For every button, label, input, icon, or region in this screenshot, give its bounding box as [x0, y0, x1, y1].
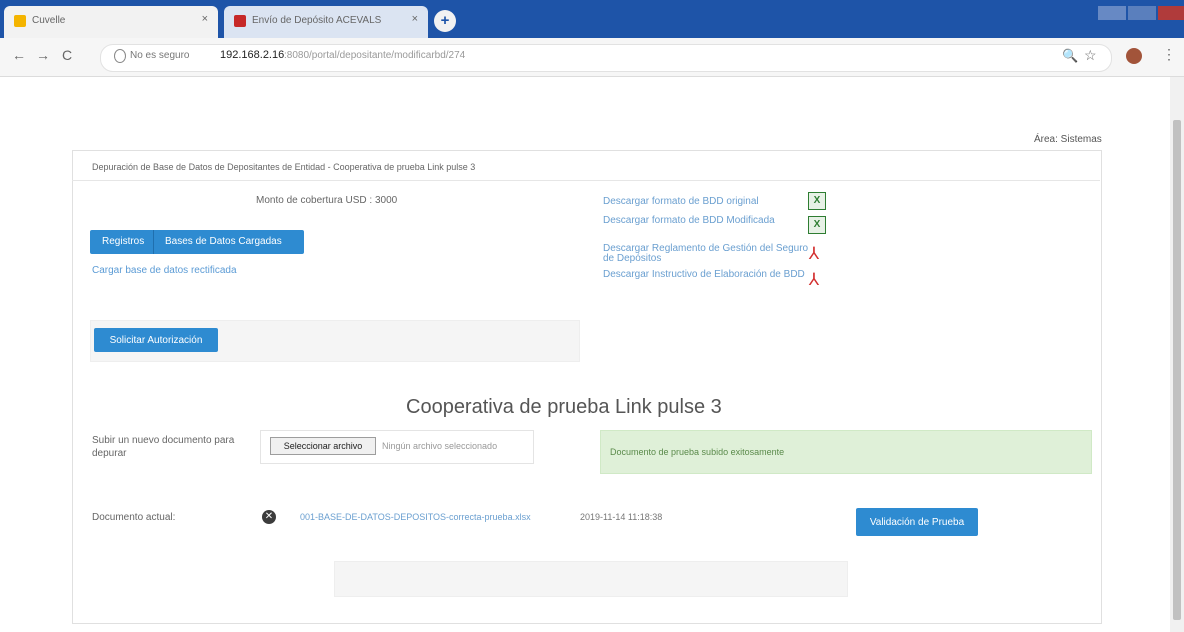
success-message: Documento de prueba subido exitosamente — [610, 447, 785, 457]
security-label: No es seguro — [130, 50, 190, 61]
info-icon[interactable] — [114, 49, 126, 63]
url-host[interactable]: 192.168.2.16 — [220, 49, 284, 61]
browser-tab-1[interactable]: Cuvelle × — [4, 6, 218, 38]
tab-title: Cuvelle — [32, 15, 66, 26]
file-status-text: Ningún archivo seleccionado — [382, 441, 498, 451]
page-title: Cooperativa de prueba Link pulse 3 — [406, 396, 722, 418]
zoom-icon[interactable]: 🔍 — [1062, 48, 1078, 64]
pdf-icon[interactable]: ⅄ — [806, 244, 822, 264]
excel-icon[interactable]: X — [808, 192, 826, 210]
coverage-amount: Monto de cobertura USD : 3000 — [256, 195, 398, 206]
window-minimize-button[interactable] — [1098, 6, 1126, 20]
upload-rectified-link[interactable]: Cargar base de datos rectificada — [92, 265, 237, 276]
url-path[interactable]: :8080/portal/depositante/modificarbd/274 — [284, 50, 465, 61]
tab-divider — [153, 230, 154, 254]
upload-label: Subir un nuevo documento para depurar — [92, 435, 235, 459]
download-regulation-link[interactable]: Descargar Reglamento de Gestión del Segu… — [603, 244, 813, 264]
avatar[interactable] — [1126, 48, 1142, 64]
star-icon[interactable]: ☆ — [1084, 47, 1097, 64]
tab-close-icon[interactable]: × — [202, 13, 208, 25]
window-maximize-button[interactable] — [1128, 6, 1156, 20]
browser-tab-2[interactable]: Envío de Depósito ACEVALS × — [224, 6, 428, 38]
tab-favicon-icon — [234, 15, 246, 27]
tab-favicon-icon — [14, 15, 26, 27]
tab-title: Envío de Depósito ACEVALS — [252, 15, 382, 26]
excel-icon[interactable]: X — [808, 216, 826, 234]
delete-icon[interactable]: ✕ — [262, 510, 276, 524]
window-close-button[interactable] — [1158, 6, 1184, 20]
pdf-icon[interactable]: ⅄ — [806, 270, 822, 290]
download-modified-format-link[interactable]: Descargar formato de BDD Modificada — [603, 216, 813, 226]
forward-icon[interactable]: → — [36, 47, 50, 63]
reload-icon[interactable]: C — [62, 47, 72, 63]
menu-icon[interactable]: ⋮ — [1162, 46, 1176, 63]
scrollbar-thumb[interactable] — [1173, 120, 1181, 620]
current-document-label: Documento actual: — [92, 512, 176, 523]
back-icon[interactable]: ← — [12, 47, 26, 63]
bottom-well — [334, 561, 848, 597]
user-area-label: Área: Sistemas — [1034, 134, 1102, 145]
current-file-date: 2019-11-14 11:18:38 — [580, 512, 663, 522]
tab-registros[interactable]: Registros — [102, 236, 144, 247]
main-panel — [72, 150, 1102, 624]
choose-file-button[interactable]: Seleccionar archivo — [270, 437, 376, 455]
tab-close-icon[interactable]: × — [412, 13, 418, 25]
download-instructions-link[interactable]: Descargar Instructivo de Elaboración de … — [603, 270, 813, 280]
validate-test-button[interactable]: Validación de Prueba — [856, 508, 978, 536]
current-file-link[interactable]: 001-BASE-DE-DATOS-DEPOSITOS-correcta-pru… — [300, 512, 531, 522]
tab-bases-cargadas[interactable]: Bases de Datos Cargadas — [165, 236, 282, 247]
panel-title: Depuración de Base de Datos de Depositan… — [92, 162, 476, 172]
request-authorization-button[interactable]: Solicitar Autorización — [94, 328, 218, 352]
download-original-format-link[interactable]: Descargar formato de BDD original — [603, 197, 813, 207]
new-tab-button[interactable]: + — [434, 10, 456, 32]
